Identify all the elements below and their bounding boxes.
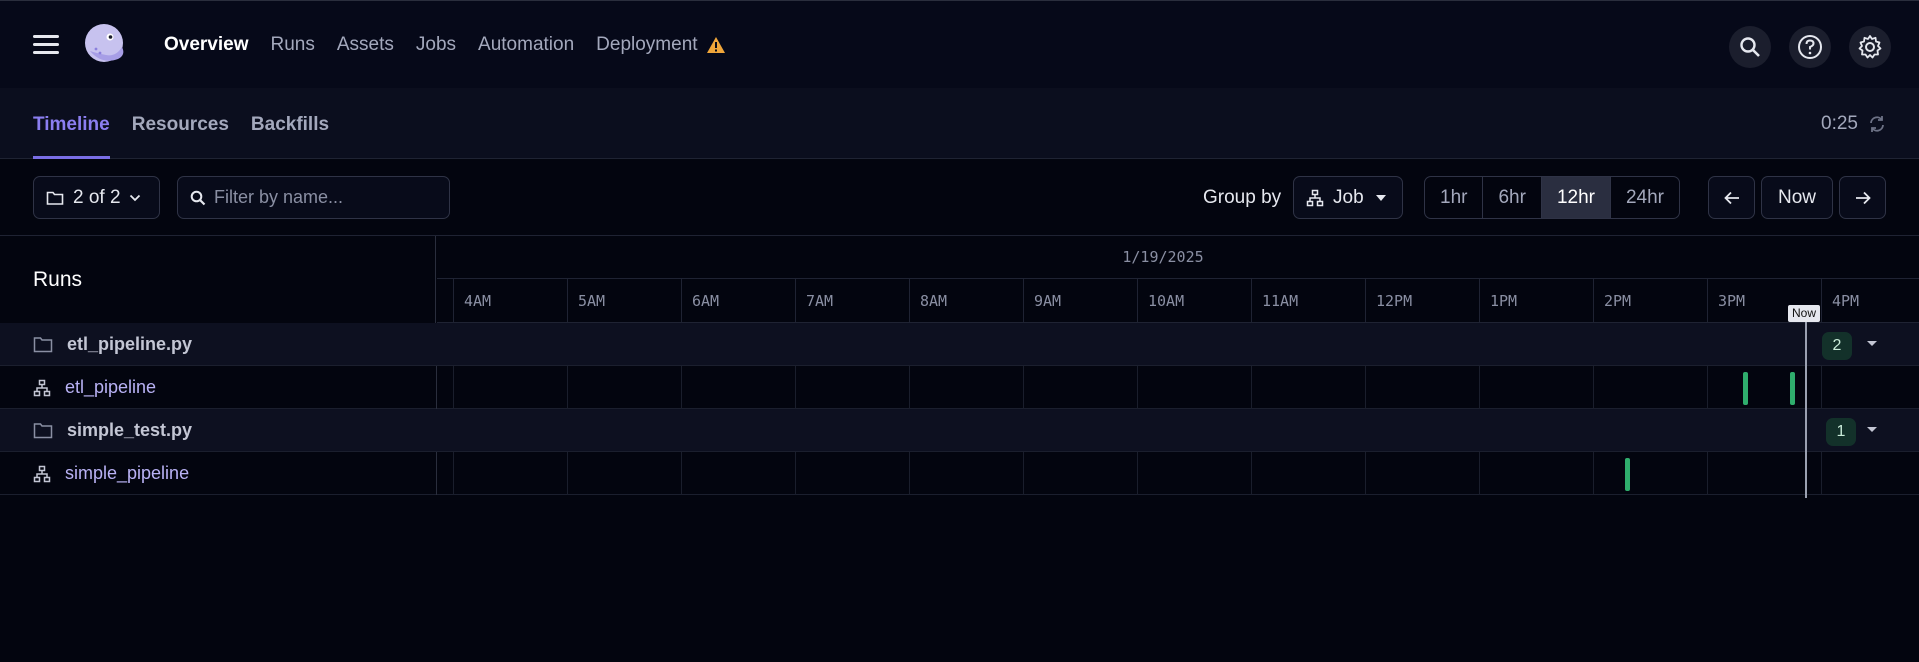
arrow-right-icon (1855, 191, 1871, 204)
date-label: 1/19/2025 (1122, 248, 1204, 266)
overview-tabs: Timeline Resources Backfills 0:25 (0, 88, 1919, 159)
filter-by-name[interactable] (177, 176, 450, 219)
code-location-label: simple_test.py (33, 409, 192, 452)
range-12hr[interactable]: 12hr (1541, 177, 1611, 218)
job-name: simple_pipeline (65, 463, 190, 483)
hour-label: 5AM (567, 279, 681, 323)
hours-header: 4AM 5AM 6AM 7AM 8AM 9AM 10AM 11AM 12PM 1… (437, 279, 1919, 323)
group-by-value: Job (1333, 186, 1364, 208)
next-button[interactable] (1839, 176, 1886, 219)
group-by-select[interactable]: Job (1293, 176, 1403, 219)
previous-button[interactable] (1708, 176, 1755, 219)
search-icon (1740, 37, 1760, 57)
group-by-label: Group by (1203, 187, 1282, 208)
code-location-filter-label: 2 of 2 (73, 186, 121, 208)
job-row: simple_pipeline (0, 452, 1919, 495)
code-location-name: etl_pipeline.py (67, 334, 193, 354)
range-1hr[interactable]: 1hr (1425, 177, 1484, 218)
run-count-badge: 1 (1826, 418, 1856, 446)
folder-icon (33, 337, 53, 353)
job-name: etl_pipeline (65, 377, 157, 397)
hour-label: 4PM (1821, 279, 1919, 323)
settings-icon (1858, 35, 1882, 59)
folder-icon (33, 423, 53, 439)
folder-icon (46, 191, 64, 205)
range-6hr[interactable]: 6hr (1483, 177, 1542, 218)
warning-icon (706, 37, 725, 53)
refresh-countdown[interactable]: 0:25 (1821, 113, 1886, 135)
date-header: 1/19/2025 (437, 236, 1919, 279)
hour-label: 7AM (795, 279, 909, 323)
code-location-row[interactable]: simple_test.py 1 (0, 409, 1919, 452)
hour-label: 10AM (1137, 279, 1251, 323)
job-row: etl_pipeline (0, 366, 1919, 409)
search-button[interactable] (1729, 26, 1771, 68)
tab-timeline[interactable]: Timeline (33, 88, 110, 159)
tab-resources[interactable]: Resources (132, 88, 229, 159)
hour-label: 1PM (1479, 279, 1593, 323)
help-button[interactable] (1789, 26, 1831, 68)
now-marker: Now (1788, 305, 1821, 322)
nav-deployment[interactable]: Deployment (596, 34, 725, 56)
code-location-name: simple_test.py (67, 420, 193, 440)
menu-icon[interactable] (33, 35, 59, 55)
nav-assets[interactable]: Assets (337, 34, 394, 56)
dagster-logo[interactable] (82, 21, 130, 69)
job-icon (1306, 189, 1324, 206)
filter-input[interactable] (214, 187, 434, 208)
runs-header: Runs (0, 236, 436, 323)
hour-label: 9AM (1023, 279, 1137, 323)
nav-links: Overview Runs Assets Jobs Automation Dep… (164, 1, 748, 89)
hour-label: 4AM (453, 279, 567, 323)
hour-label: 11AM (1251, 279, 1365, 323)
nav-deployment-label: Deployment (596, 34, 698, 55)
run-bar[interactable] (1625, 458, 1630, 491)
code-location-filter[interactable]: 2 of 2 (33, 176, 160, 219)
refresh-icon[interactable] (1868, 115, 1886, 133)
caret-down-icon (1375, 194, 1386, 201)
nav-runs[interactable]: Runs (271, 34, 315, 56)
run-bar[interactable] (1743, 372, 1748, 405)
caret-down-icon[interactable] (1866, 337, 1878, 349)
runs-title: Runs (33, 268, 83, 291)
nav-automation[interactable]: Automation (478, 34, 574, 56)
now-button[interactable]: Now (1761, 176, 1833, 219)
chevron-down-icon (129, 194, 140, 201)
job-icon (33, 465, 51, 482)
job-label[interactable]: simple_pipeline (33, 452, 189, 495)
code-location-row[interactable]: etl_pipeline.py 2 (0, 323, 1919, 366)
job-label[interactable]: etl_pipeline (33, 366, 156, 409)
now-line (1805, 312, 1807, 498)
hour-label: 2PM (1593, 279, 1707, 323)
settings-button[interactable] (1849, 26, 1891, 68)
search-icon (190, 190, 206, 205)
nav-jobs[interactable]: Jobs (416, 34, 456, 56)
help-icon (1798, 35, 1822, 59)
hour-label: 12PM (1365, 279, 1479, 323)
top-nav: Overview Runs Assets Jobs Automation Dep… (0, 0, 1919, 88)
caret-down-icon[interactable] (1866, 423, 1878, 435)
arrow-left-icon (1723, 191, 1739, 204)
timeline-toolbar: 2 of 2 Group by Job 1hr 6hr 12hr 24hr No… (0, 159, 1919, 236)
range-24hr[interactable]: 24hr (1611, 177, 1679, 218)
code-location-label: etl_pipeline.py (33, 323, 192, 366)
tab-backfills[interactable]: Backfills (251, 88, 329, 159)
nav-overview[interactable]: Overview (164, 34, 249, 56)
hour-label: 8AM (909, 279, 1023, 323)
run-count-badge: 2 (1822, 332, 1852, 360)
job-icon (33, 379, 51, 396)
refresh-countdown-text: 0:25 (1821, 113, 1858, 134)
hour-label: 6AM (681, 279, 795, 323)
time-range-selector: 1hr 6hr 12hr 24hr (1424, 176, 1680, 219)
run-bar[interactable] (1790, 372, 1795, 405)
